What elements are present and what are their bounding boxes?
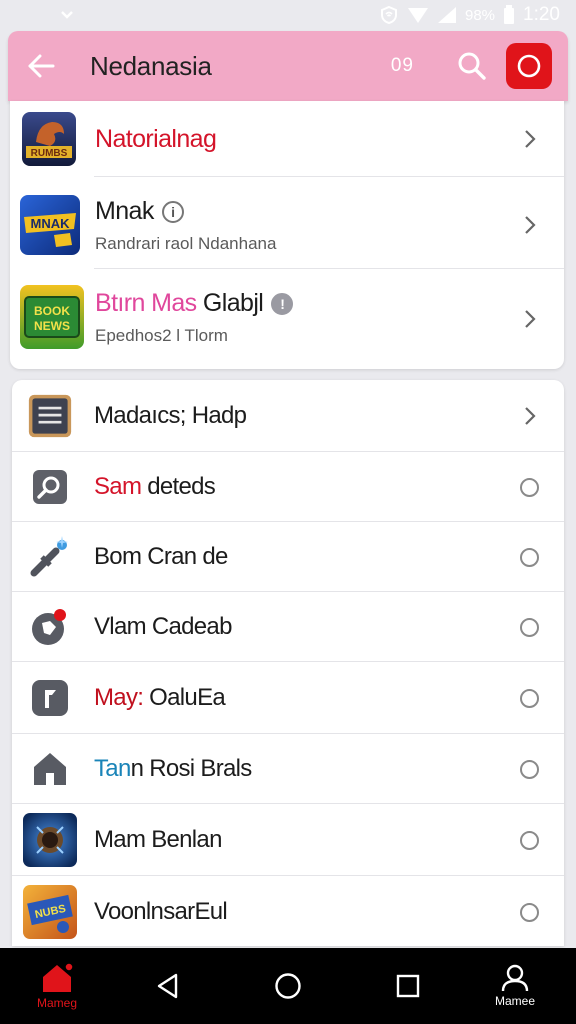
radio-button[interactable] <box>520 617 539 637</box>
status-icons: 98% 1:20 <box>379 4 560 26</box>
vpn-icon <box>380 5 397 25</box>
list-item[interactable]: Mam Benlan <box>12 804 564 876</box>
signal-icon <box>437 7 456 23</box>
search-button[interactable] <box>454 48 490 84</box>
featured-title: Mnak <box>95 197 154 225</box>
featured-title-row: Btırn Mas Glabjl ! <box>95 289 294 318</box>
document-icon <box>28 394 72 438</box>
list-item[interactable]: May: OaluEa <box>12 662 564 734</box>
info-icon: ! <box>271 292 294 315</box>
back-triangle-icon <box>157 973 178 999</box>
wifi-icon <box>407 8 428 23</box>
list-item[interactable]: NUBS VoonlnsarEul <box>12 876 564 946</box>
info-icon: i <box>161 200 184 223</box>
featured-title: Natorialnag <box>95 125 217 153</box>
list-item[interactable]: Madaıcs; Hadp <box>12 380 564 452</box>
battery-icon <box>504 5 515 24</box>
nav-profile[interactable]: Mamee <box>482 948 548 1024</box>
radio-button[interactable] <box>520 477 539 497</box>
back-button[interactable] <box>24 49 58 83</box>
list-item[interactable]: Bom Cran de <box>12 522 564 592</box>
search-icon <box>458 52 486 80</box>
shield-badge-icon <box>28 605 72 649</box>
home-icon <box>28 747 72 791</box>
profile-icon <box>501 964 529 992</box>
magnifier-icon <box>28 465 72 509</box>
list-label: May: OaluEa <box>94 684 226 711</box>
recents-square-icon <box>396 974 420 998</box>
list-label: Tann Rosi Brals <box>94 755 252 782</box>
list-label: Bom Cran de <box>94 543 228 570</box>
featured-subtitle: Randrari raol Ndanhana <box>95 234 277 253</box>
list-label: Sam deteds <box>94 473 216 500</box>
page-title: Nedanasia <box>90 50 212 81</box>
chevron-right-icon <box>525 407 536 425</box>
record-icon <box>517 54 541 78</box>
featured-item[interactable]: MNAK Mnak i Randrari raol Ndanhana <box>10 177 564 269</box>
chevron-right-icon <box>525 216 536 234</box>
clock: 1:20 <box>523 4 560 25</box>
radio-button[interactable] <box>520 759 539 779</box>
nav-back-button[interactable] <box>148 948 188 1024</box>
nav-home-label: Mameg <box>36 996 77 1010</box>
radio-button[interactable] <box>520 547 539 567</box>
nav-home-button[interactable] <box>268 948 308 1024</box>
svg-text:RUMBS: RUMBS <box>31 148 68 159</box>
nav-home[interactable]: Mameg <box>22 948 92 1024</box>
battery-percent: 98% <box>464 6 496 24</box>
featured-item[interactable]: BOOK NEWS Btırn Mas Glabjl ! Epedhos2 l … <box>10 269 564 369</box>
status-bar: 98% 1:20 <box>0 0 576 30</box>
featured-item[interactable]: RUMBS Natorialnag <box>10 101 564 177</box>
list-item[interactable]: Tann Rosi Brals <box>12 734 564 804</box>
home-circle-icon <box>275 973 301 999</box>
navigation-bar: Mameg Mamee <box>0 948 576 1024</box>
home-nav-icon <box>43 962 74 992</box>
game-icon-1: RUMBS <box>22 112 76 166</box>
featured-title: Btırn Mas Glabjl <box>95 289 264 317</box>
radio-button[interactable] <box>520 830 539 850</box>
svg-text:NEWS: NEWS <box>34 319 70 333</box>
game-icon-5: NUBS <box>22 884 78 940</box>
game-icon-2: MNAK <box>20 195 80 255</box>
chevron-down-icon <box>61 11 73 19</box>
chevron-right-icon <box>525 310 536 328</box>
list-label: VoonlnsarEul <box>94 898 228 925</box>
radio-button[interactable] <box>520 688 539 708</box>
game-icon-4 <box>22 812 78 868</box>
featured-title-row: Mnak i <box>95 197 276 226</box>
radio-button[interactable] <box>520 902 539 922</box>
list-item[interactable]: Sam deteds <box>12 452 564 522</box>
nav-recents-button[interactable] <box>388 948 428 1024</box>
game-icon-3: BOOK NEWS <box>20 285 84 349</box>
nav-profile-label: Mamee <box>494 994 535 1008</box>
list-label: Madaıcs; Hadp <box>94 402 247 429</box>
featured-subtitle: Epedhos2 l Tlorm <box>95 326 228 345</box>
featured-list: RUMBS Natorialnag MNAK Mnak i Randrari r… <box>10 101 564 369</box>
app-bar: Nedanasia 09 <box>8 31 568 101</box>
count-badge: 09 <box>390 55 414 76</box>
list-label: Mam Benlan <box>94 826 222 853</box>
back-arrow-icon <box>28 54 55 78</box>
settings-list: Madaıcs; Hadp Sam deteds Bom Cran de Vla… <box>12 380 564 946</box>
flag-icon <box>28 676 72 720</box>
svg-text:BOOK: BOOK <box>34 304 70 318</box>
list-item[interactable]: Vlam Cadeab <box>12 592 564 662</box>
wand-icon <box>28 535 72 579</box>
list-label: Vlam Cadeab <box>94 613 232 640</box>
chevron-right-icon <box>525 130 536 148</box>
svg-text:MNAK: MNAK <box>31 216 71 231</box>
record-button[interactable] <box>506 43 552 89</box>
